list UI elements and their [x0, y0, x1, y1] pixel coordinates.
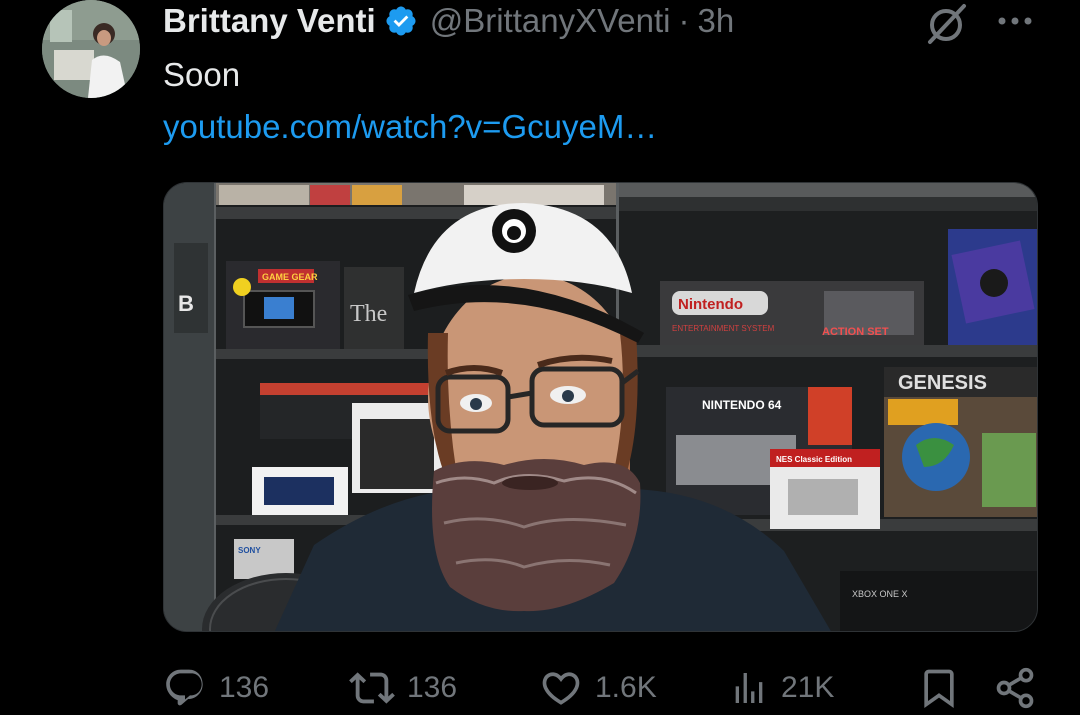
repost-button[interactable]: 136: [349, 664, 457, 712]
n64-label: NINTENDO 64: [702, 398, 782, 412]
time-separator: ·: [678, 2, 690, 39]
reply-button[interactable]: 136: [163, 664, 269, 712]
like-button[interactable]: 1.6K: [539, 664, 657, 712]
nes-sub-label: ENTERTAINMENT SYSTEM: [672, 324, 775, 333]
avatar-image: [42, 0, 140, 98]
xbox-label: XBOX ONE X: [852, 589, 908, 599]
author-avatar[interactable]: [42, 0, 140, 98]
grok-icon[interactable]: [924, 2, 970, 46]
genesis-label: GENESIS: [898, 372, 987, 394]
sign-b: B: [178, 291, 194, 316]
bookmark-icon: [924, 669, 954, 709]
nes-classic-label: NES Classic Edition: [776, 455, 852, 464]
sony-label: SONY: [238, 546, 261, 555]
game-gear-label: GAME GEAR: [262, 272, 318, 282]
more-icon[interactable]: [996, 6, 1034, 36]
bookmark-button[interactable]: [917, 664, 961, 712]
tweet-link[interactable]: youtube.com/watch?v=GcuyeM…: [163, 108, 657, 146]
tweet-media-video[interactable]: B GAME GEAR The SONY Nintendo ENTERTAINM…: [163, 182, 1038, 632]
tweet-text: Soon: [163, 56, 241, 93]
repost-count: 136: [407, 671, 458, 704]
views-count: 21K: [781, 671, 835, 704]
tweet-timestamp[interactable]: 3h: [698, 2, 735, 40]
verified-badge-icon: [384, 4, 418, 38]
views-button[interactable]: 21K: [729, 664, 834, 712]
like-count: 1.6K: [595, 671, 657, 704]
sign-the: The: [350, 301, 387, 327]
views-icon: [735, 673, 763, 703]
share-button[interactable]: [993, 664, 1037, 712]
tweet-actions: 136 136 1.6K 21K: [163, 664, 1038, 712]
author-display-name[interactable]: Brittany Venti: [163, 2, 376, 40]
reply-count: 136: [219, 671, 270, 704]
share-icon: [996, 667, 1034, 709]
nintendo-box-label: Nintendo: [678, 296, 743, 313]
author-handle[interactable]: @BrittanyXVenti: [430, 2, 671, 40]
reply-icon: [166, 669, 203, 706]
video-thumbnail: B GAME GEAR The SONY Nintendo ENTERTAINM…: [164, 183, 1037, 631]
heart-icon: [542, 672, 580, 705]
repost-icon: [349, 672, 395, 704]
action-set-label: ACTION SET: [822, 326, 889, 338]
tweet-header: Brittany Venti @BrittanyXVenti · 3h: [163, 0, 734, 42]
